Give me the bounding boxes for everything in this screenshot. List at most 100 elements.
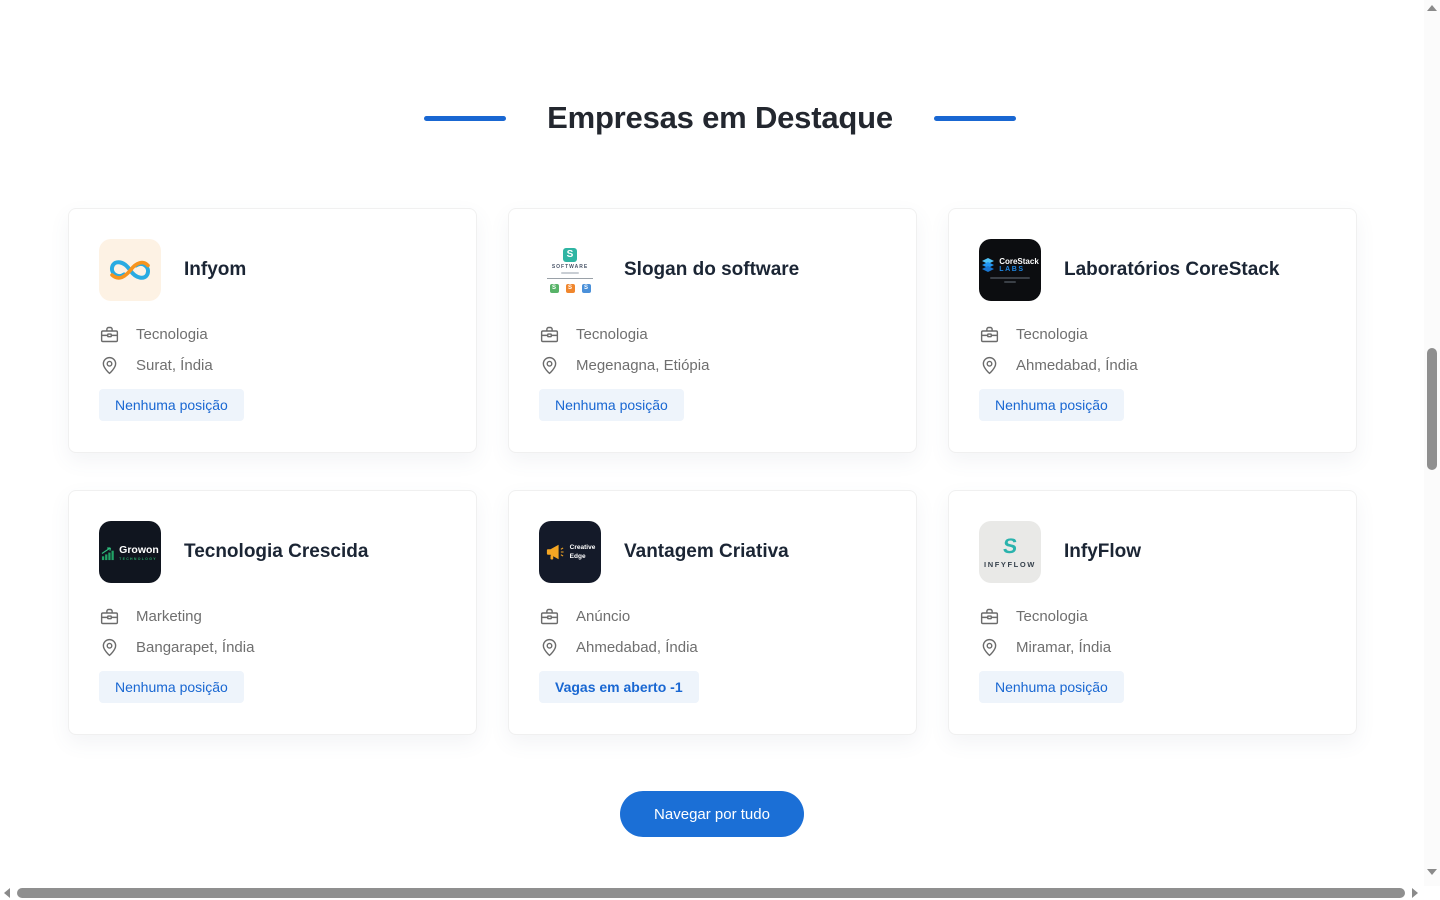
company-name[interactable]: Slogan do software (624, 259, 799, 281)
category-label: Tecnologia (576, 326, 648, 343)
category-label: Tecnologia (1016, 326, 1088, 343)
location-pin-icon (979, 637, 1000, 658)
section-heading: Empresas em Destaque (0, 0, 1440, 136)
corestack-logo-subtitle: LABS (999, 266, 1039, 274)
card-header: Creative Edge Vantagem Criativa (539, 521, 886, 583)
card-header: S SOFTWARE S S S Slogan do software (539, 239, 886, 301)
scroll-down-arrow-icon[interactable] (1427, 869, 1437, 875)
growon-logo-subtitle: TECHNOLOGY (119, 557, 159, 561)
corestack-logo: CoreStack LABS (979, 239, 1041, 301)
software-logo-variants: S S S (550, 284, 591, 293)
software-logo-tile-blue: S (582, 284, 591, 293)
location-row: Ahmedabad, Índia (979, 355, 1326, 376)
title-decoration-line-left (424, 116, 506, 121)
card-header: CoreStack LABS Laboratórios CoreStack (979, 239, 1326, 301)
location-label: Surat, Índia (136, 357, 213, 374)
creative-edge-logo: Creative Edge (539, 521, 601, 583)
creative-edge-logo-texts: Creative Edge (570, 543, 596, 562)
briefcase-icon (99, 606, 120, 627)
vertical-scrollbar[interactable] (1424, 0, 1440, 886)
company-card-slogan-do-software[interactable]: S SOFTWARE S S S Slogan do software Tecn… (508, 208, 917, 453)
company-name[interactable]: Vantagem Criativa (624, 541, 789, 563)
card-details: Anúncio Ahmedabad, Índia (539, 606, 886, 658)
location-pin-icon (539, 637, 560, 658)
category-label: Tecnologia (136, 326, 208, 343)
software-logo-tile-green: S (550, 284, 559, 293)
growon-logo-title: Growon (119, 544, 159, 556)
creative-edge-logo-line1: Creative (570, 543, 596, 552)
category-row: Tecnologia (99, 324, 446, 345)
software-logo-wordmark: SOFTWARE (552, 264, 588, 270)
card-header: Growon TECHNOLOGY Tecnologia Crescida (99, 521, 446, 583)
corestack-logo-row: CoreStack LABS (981, 257, 1039, 274)
category-row: Tecnologia (979, 606, 1326, 627)
company-name[interactable]: Laboratórios CoreStack (1064, 259, 1279, 281)
category-row: Marketing (99, 606, 446, 627)
title-decoration-line-right (934, 116, 1016, 121)
company-card-vantagem-criativa[interactable]: Creative Edge Vantagem Criativa Anúncio … (508, 490, 917, 735)
megaphone-icon (545, 543, 565, 561)
location-row: Surat, Índia (99, 355, 446, 376)
briefcase-icon (99, 324, 120, 345)
vertical-scrollbar-thumb[interactable] (1427, 348, 1437, 470)
horizontal-scrollbar[interactable] (0, 886, 1424, 900)
card-details: Marketing Bangarapet, Índia (99, 606, 446, 658)
corestack-logo-texts: CoreStack LABS (999, 257, 1039, 274)
location-row: Ahmedabad, Índia (539, 637, 886, 658)
card-header: S INFYFLOW InfyFlow (979, 521, 1326, 583)
location-label: Ahmedabad, Índia (576, 639, 698, 656)
briefcase-icon (979, 606, 1000, 627)
company-card-infyom[interactable]: Infyom Tecnologia Surat, Índia Nenhuma p… (68, 208, 477, 453)
company-card-tecnologia-crescida[interactable]: Growon TECHNOLOGY Tecnologia Crescida Ma… (68, 490, 477, 735)
infyflow-logo-wordmark: INFYFLOW (984, 560, 1036, 569)
infyflow-logo-glyph: S (1002, 536, 1018, 557)
infinity-icon (107, 256, 153, 284)
growon-logo-row: Growon TECHNOLOGY (101, 544, 159, 561)
creative-edge-logo-line2: Edge (570, 552, 596, 561)
software-slogan-logo: S SOFTWARE S S S (539, 239, 601, 301)
location-pin-icon (979, 355, 1000, 376)
infyom-logo (99, 239, 161, 301)
company-card-corestack-labs[interactable]: CoreStack LABS Laboratórios CoreStack Te… (948, 208, 1357, 453)
briefcase-icon (539, 324, 560, 345)
location-label: Bangarapet, Índia (136, 639, 254, 656)
location-pin-icon (99, 637, 120, 658)
creative-edge-logo-row: Creative Edge (545, 543, 596, 562)
growon-logo: Growon TECHNOLOGY (99, 521, 161, 583)
card-details: Tecnologia Ahmedabad, Índia (979, 324, 1326, 376)
location-label: Ahmedabad, Índia (1016, 357, 1138, 374)
briefcase-icon (539, 606, 560, 627)
location-pin-icon (539, 355, 560, 376)
briefcase-icon (979, 324, 1000, 345)
card-header: Infyom (99, 239, 446, 301)
page-title: Empresas em Destaque (547, 100, 893, 136)
category-row: Anúncio (539, 606, 886, 627)
company-name[interactable]: Tecnologia Crescida (184, 541, 368, 563)
company-card-infyflow[interactable]: S INFYFLOW InfyFlow Tecnologia Miramar, … (948, 490, 1357, 735)
software-logo-tagline (561, 272, 579, 274)
category-row: Tecnologia (979, 324, 1326, 345)
software-logo-glyph: S (563, 248, 577, 262)
location-row: Megenagna, Etiópia (539, 355, 886, 376)
browse-all-button[interactable]: Navegar por tudo (620, 791, 804, 837)
infyflow-logo: S INFYFLOW (979, 521, 1041, 583)
growon-logo-texts: Growon TECHNOLOGY (119, 544, 159, 561)
growth-chart-icon (101, 546, 116, 561)
category-row: Tecnologia (539, 324, 886, 345)
horizontal-scrollbar-thumb[interactable] (17, 888, 1405, 898)
card-details: Tecnologia Miramar, Índia (979, 606, 1326, 658)
scroll-right-arrow-icon[interactable] (1412, 888, 1418, 898)
scroll-up-arrow-icon[interactable] (1427, 5, 1437, 11)
location-row: Miramar, Índia (979, 637, 1326, 658)
positions-badge: Nenhuma posição (539, 389, 684, 421)
company-cards-grid: Infyom Tecnologia Surat, Índia Nenhuma p… (68, 208, 1357, 735)
scroll-left-arrow-icon[interactable] (4, 888, 10, 898)
corestack-logo-title: CoreStack (999, 257, 1039, 266)
company-name[interactable]: Infyom (184, 259, 246, 281)
card-details: Tecnologia Surat, Índia (99, 324, 446, 376)
positions-badge: Nenhuma posição (99, 389, 244, 421)
category-label: Tecnologia (1016, 608, 1088, 625)
location-pin-icon (99, 355, 120, 376)
software-logo-divider (547, 278, 593, 279)
company-name[interactable]: InfyFlow (1064, 541, 1141, 563)
